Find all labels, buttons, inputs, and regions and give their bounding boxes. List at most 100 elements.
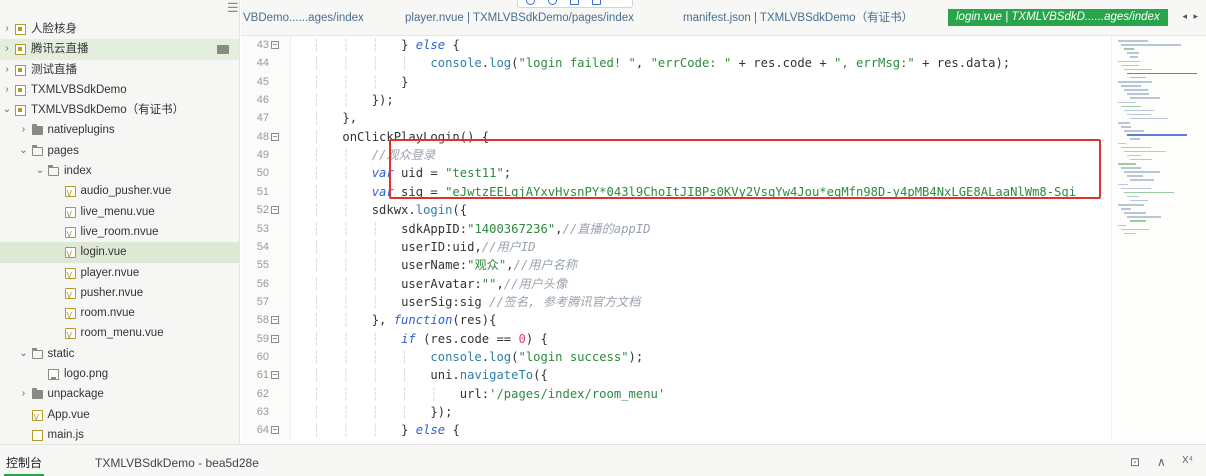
tab-player-index[interactable]: VBDemo......ages/index: [243, 0, 364, 28]
tab-player-nvue[interactable]: player.nvue | TXMLVBSdkDemo/pages/index: [405, 0, 634, 28]
chevron-down-icon[interactable]: ⌄: [19, 344, 29, 364]
fold-toggle-icon[interactable]: −: [271, 334, 279, 343]
chevron-right-icon[interactable]: ›: [19, 384, 29, 404]
fold-toggle-icon[interactable]: −: [271, 132, 279, 141]
code-line: 55 ┆ ┆ ┆ userName:"观众",//用户名称: [241, 256, 1111, 274]
code-line: 46 ┆ ┆ });: [241, 91, 1111, 109]
code-line: 61− ┆ ┆ ┆ ┆ uni.navigateTo({: [241, 366, 1111, 384]
minimap-line: [1118, 224, 1126, 226]
collapse-sidebar-icon[interactable]: ☰: [227, 1, 239, 14]
chevron-down-icon[interactable]: ⌄: [35, 161, 45, 181]
fold-toggle-icon[interactable]: −: [271, 371, 279, 380]
tree-item-label: room.nvue: [80, 307, 135, 320]
minimap-line: [1124, 109, 1154, 112]
tree-item-label: logo.png: [64, 368, 109, 381]
tree-item[interactable]: room.nvue: [0, 303, 239, 326]
folder-open-icon: [31, 347, 43, 359]
tree-item[interactable]: ⌄ index: [0, 161, 239, 181]
vue-file-icon: [64, 306, 76, 326]
tree-item[interactable]: › 测试直播: [0, 60, 239, 80]
tree-item[interactable]: main.js: [0, 425, 239, 444]
code-line: 54 ┆ ┆ ┆ userID:uid,//用户ID: [241, 238, 1111, 256]
tree-item[interactable]: ⌄ static: [0, 344, 239, 364]
minimap-line: [1121, 126, 1131, 128]
tree-item-label: TXMLVBSdkDemo: [31, 83, 127, 96]
tree-item-label: 测试直播: [31, 63, 77, 76]
console-title: TXMLVBSdkDemo - bea5d28e: [95, 456, 259, 470]
code-text: ┆ ┆ ┆ } else {: [313, 423, 460, 438]
line-number: 52: [256, 204, 269, 217]
tree-item[interactable]: player.nvue: [0, 263, 239, 286]
tree-item[interactable]: ⌄ TXMLVBSdkDemo（有证书）: [0, 100, 239, 120]
minimap-line: [1124, 130, 1144, 132]
line-number: 64: [256, 424, 269, 437]
code-text: ┆ ┆ ┆ }: [313, 74, 409, 89]
terminal-icon[interactable]: ⊡: [1130, 455, 1140, 469]
folder-icon: [31, 388, 43, 400]
minimap-line: [1118, 101, 1136, 103]
chevron-right-icon[interactable]: ›: [2, 60, 12, 80]
tree-item[interactable]: › 腾讯云直播: [0, 39, 239, 60]
chevron-right-icon[interactable]: ›: [2, 19, 12, 39]
tree-item[interactable]: ⌄ pages: [0, 141, 239, 161]
folder-open-icon: [48, 165, 59, 177]
minimap-line: [1130, 179, 1154, 181]
line-number: 50: [256, 167, 269, 180]
chevron-right-icon[interactable]: ›: [2, 39, 12, 59]
project-icon: [15, 84, 26, 96]
project-icon: [15, 64, 26, 76]
close-icon[interactable]: X⁴: [1182, 455, 1193, 466]
tree-item[interactable]: › unpackage: [0, 384, 239, 404]
minimap-line: [1130, 56, 1138, 58]
chevron-down-icon[interactable]: ⌄: [19, 141, 29, 161]
tree-item-label: live_room.nvue: [80, 225, 159, 238]
minimap-line: [1127, 93, 1149, 95]
tree-item-label: static: [47, 347, 75, 360]
fold-toggle-icon[interactable]: −: [271, 206, 279, 215]
tree-item[interactable]: › 人脸核身: [0, 19, 239, 39]
minimap-line: [1121, 85, 1141, 87]
minimap-line: [1121, 167, 1141, 169]
tree-item[interactable]: live_room.nvue: [0, 222, 239, 245]
minimap-line: [1127, 175, 1143, 177]
tree-item-label: live_menu.vue: [80, 205, 155, 218]
project-icon: [15, 105, 26, 117]
line-number: 60: [256, 350, 269, 363]
minimap-line: [1130, 117, 1168, 120]
tree-item[interactable]: login.vue: [0, 242, 239, 266]
tree-item-label: 腾讯云直播: [31, 43, 89, 56]
minimap-line: [1124, 48, 1134, 50]
tree-item[interactable]: audio_pusher.vue: [0, 181, 239, 205]
fold-toggle-icon[interactable]: −: [271, 426, 279, 435]
console-tab[interactable]: 控制台: [4, 454, 45, 476]
chevron-right-icon[interactable]: ›: [2, 80, 12, 100]
tab-manifest-json[interactable]: manifest.json | TXMLVBSdkDemo（有证书）: [683, 0, 913, 28]
code-minimap[interactable]: [1111, 36, 1206, 440]
code-line: 52− ┆ ┆ sdkwx.login({: [241, 201, 1111, 219]
tab-login-vue[interactable]: login.vue | TXMLVBSdkD......ages/index: [948, 9, 1168, 26]
tree-item[interactable]: logo.png: [0, 364, 239, 384]
code-text: ┆ ┆ var sig = "eJwtzEELgjAYxvHvsnPY*043l…: [313, 184, 1077, 199]
minimap-line: [1124, 212, 1146, 214]
code-line: 59− ┆ ┆ ┆ if (res.code == 0) {: [241, 330, 1111, 348]
tree-item[interactable]: App.vue: [0, 405, 239, 428]
vue-file-icon: [64, 266, 76, 286]
tab-scroll-arrows-icon[interactable]: ◂ ▸: [1182, 11, 1200, 22]
chevron-up-icon[interactable]: ∧: [1157, 455, 1166, 469]
code-line: 63 ┆ ┆ ┆ ┆ });: [241, 403, 1111, 421]
image-file-icon: [48, 369, 59, 381]
tree-item[interactable]: live_menu.vue: [0, 202, 239, 225]
fold-toggle-icon[interactable]: −: [271, 41, 279, 49]
tree-item[interactable]: pusher.nvue: [0, 283, 239, 306]
tree-item[interactable]: › TXMLVBSdkDemo: [0, 80, 239, 100]
chevron-down-icon[interactable]: ⌄: [2, 100, 12, 120]
tree-item[interactable]: room_menu.vue: [0, 323, 239, 347]
chevron-right-icon[interactable]: ›: [19, 120, 29, 140]
code-editor[interactable]: 43− ┆ ┆ ┆ } else {44 ┆ ┆ ┆ ┆ console.log("…: [241, 36, 1111, 440]
line-number: 59: [256, 332, 269, 345]
tree-item[interactable]: › nativeplugins: [0, 120, 239, 140]
minimap-line: [1124, 171, 1160, 173]
fold-toggle-icon[interactable]: −: [271, 316, 279, 325]
code-text: ┆ ┆ ┆ if (res.code == 0) {: [313, 331, 548, 346]
file-tree: › 人脸核身 › 腾讯云直播 › 测试直播 › TXMLVBSdkDemo ⌄ TXMLVBSdk…: [0, 19, 239, 444]
